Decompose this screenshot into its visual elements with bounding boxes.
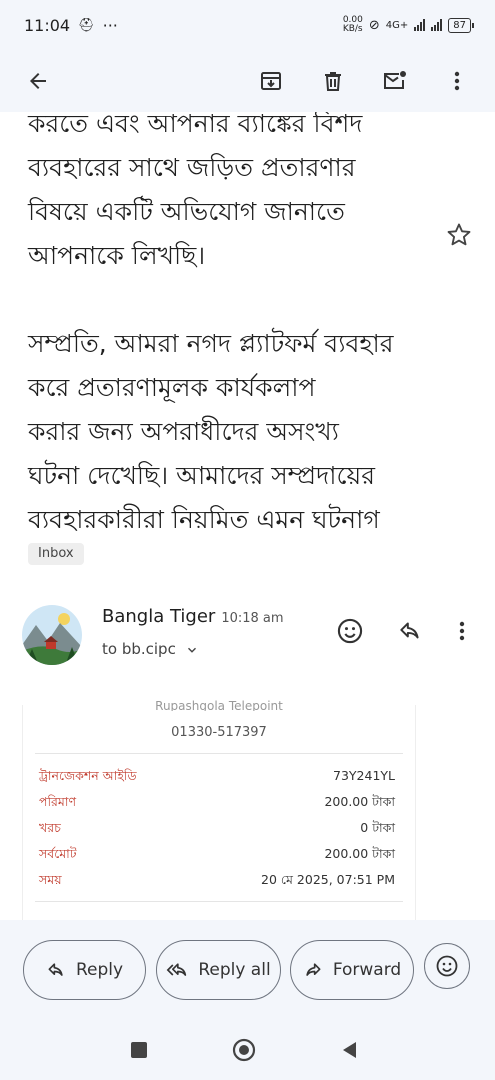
chevron-down-icon: [187, 647, 196, 653]
home-button[interactable]: [232, 1038, 256, 1062]
message-time: 10:18 am: [221, 611, 284, 626]
forward-icon: [306, 963, 321, 976]
receipt-row-fee: খরচ 0 টাকা: [39, 820, 395, 835]
back-nav-button[interactable]: [338, 1038, 362, 1062]
receipt-row-amount: পরিমাণ 200.00 টাকা: [39, 794, 395, 809]
sender-line: Bangla Tiger 10:18 am: [102, 606, 284, 627]
mail-unread-icon: [384, 71, 406, 89]
mark-unread-button[interactable]: [375, 61, 415, 101]
trash-icon: [325, 72, 341, 91]
archive-button[interactable]: [251, 61, 291, 101]
more-vert-icon: [454, 71, 460, 91]
label-chip-inbox[interactable]: Inbox: [28, 543, 84, 565]
reply-icon-button[interactable]: [395, 616, 425, 646]
email-body: করতে এবং আপনার ব্যাঙ্কের বিশদ ব্যবহারের …: [28, 112, 440, 542]
net-speed: 0.00 KB/s: [342, 15, 363, 34]
star-icon: [447, 223, 471, 246]
avatar[interactable]: [22, 605, 82, 665]
recipient-toggle[interactable]: to bb.cipc: [102, 640, 199, 658]
receipt-row-time: সময় 20 মে 2025, 07:51 PM: [39, 872, 395, 887]
emoji-reaction-button[interactable]: [424, 943, 470, 989]
arrow-left-icon: [30, 73, 46, 89]
body-paragraph-1: করতে এবং আপনার ব্যাঙ্কের বিশদ ব্যবহারের …: [28, 112, 363, 270]
receipt-row-transaction-id: ট্রানজেকশন আইডি 73Y241YL: [39, 768, 395, 783]
receipt-row-total: সর্বমোট 200.00 টাকা: [39, 846, 395, 861]
signal-icon: [414, 19, 426, 31]
back-triangle-icon: [343, 1042, 356, 1058]
delete-button[interactable]: [313, 61, 353, 101]
reply-icon: [400, 622, 419, 639]
message-more-button[interactable]: [447, 616, 477, 646]
add-reaction-button[interactable]: [335, 616, 365, 646]
more-options-button[interactable]: [437, 61, 477, 101]
back-button[interactable]: [18, 61, 58, 101]
receipt-phone: 01330-517397: [171, 725, 267, 740]
data-saver-icon: ⊘: [368, 17, 380, 33]
reply-all-icon: [166, 963, 187, 976]
body-paragraph-2: সম্প্রতি, আমরা নগদ প্ল্যাটফর্ম ব্যবহার ক…: [28, 329, 394, 534]
status-bar: 11:04 ⛑ ··· 0.00 KB/s ⊘ 4G+ 87: [0, 0, 495, 50]
divider: [35, 901, 403, 902]
archive-icon: [261, 72, 281, 90]
more-vert-icon: [459, 621, 465, 641]
landscape-avatar-icon: [22, 605, 82, 665]
reply-action-bar: Reply Reply all Forward: [0, 920, 495, 1020]
reply-icon: [48, 963, 63, 976]
email-content[interactable]: করতে এবং আপনার ব্যাঙ্কের বিশদ ব্যবহারের …: [0, 112, 495, 920]
square-icon: [131, 1042, 147, 1058]
notification-icon: ⛑: [78, 17, 95, 33]
home-circle-icon: [232, 1038, 256, 1062]
sender-name: Bangla Tiger: [102, 606, 216, 627]
system-nav-bar: [0, 1020, 495, 1080]
receipt-merchant: Rupashgola Telepoint: [155, 699, 283, 711]
battery-icon: 87: [448, 17, 474, 33]
reply-button[interactable]: Reply: [23, 940, 146, 1000]
star-button[interactable]: [445, 221, 473, 249]
smiley-icon: [337, 618, 363, 644]
reply-all-button[interactable]: Reply all: [156, 940, 281, 1000]
network-type: 4G+: [385, 19, 409, 31]
divider: [35, 753, 403, 754]
email-toolbar: [0, 50, 495, 112]
recents-button[interactable]: [127, 1038, 151, 1062]
signal-icon-2: [431, 19, 443, 31]
more-notifications: ···: [102, 15, 118, 35]
transaction-receipt: Rupashgola Telepoint 01330-517397 ট্রানজ…: [22, 699, 416, 920]
recipient-text: to bb.cipc: [102, 640, 176, 658]
smiley-icon: [436, 955, 458, 977]
status-time: 11:04: [24, 15, 71, 35]
message-header[interactable]: Bangla Tiger 10:18 am to bb.cipc: [22, 602, 482, 672]
forward-button[interactable]: Forward: [290, 940, 414, 1000]
